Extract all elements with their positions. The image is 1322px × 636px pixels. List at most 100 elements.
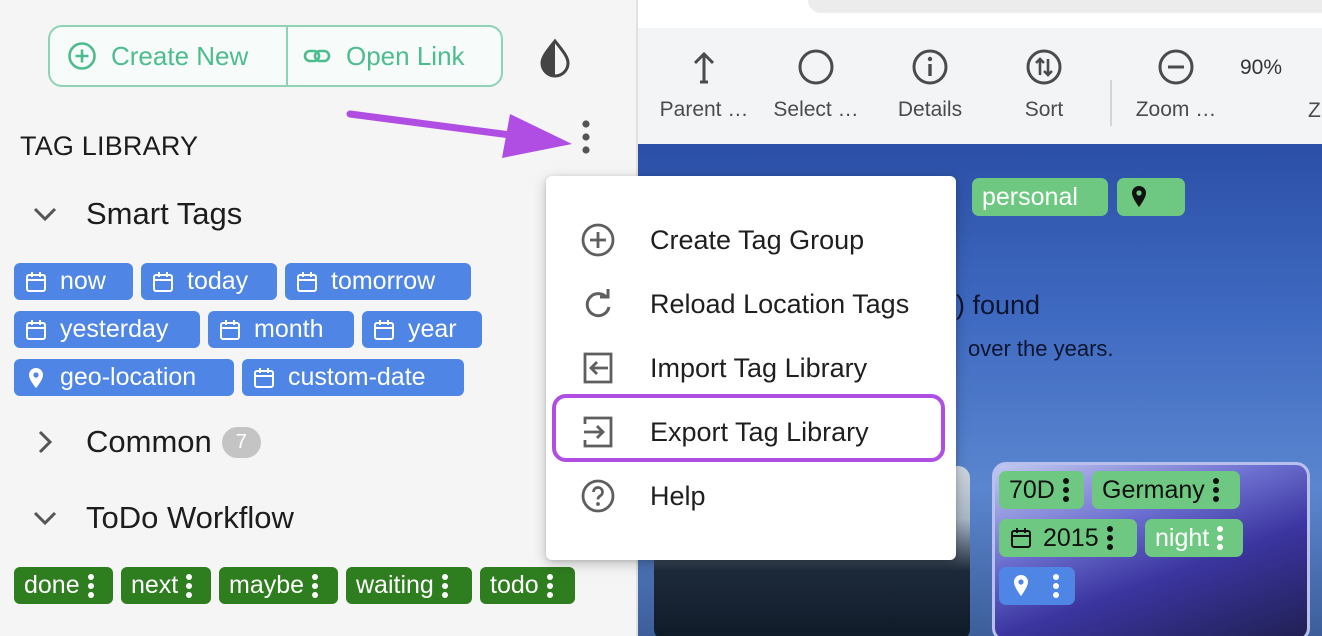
more-vertical-icon[interactable] [1211, 476, 1221, 504]
more-vertical-icon[interactable] [86, 572, 96, 600]
tool-label: Select … [773, 98, 859, 121]
zoom-out-icon [1158, 49, 1194, 85]
tag-label: todo [490, 571, 539, 599]
calendar-icon [374, 319, 394, 340]
location-pin-icon [1014, 575, 1028, 596]
menu-item-help[interactable]: Help [546, 464, 956, 528]
tool-select[interactable]: Select … [768, 48, 864, 122]
calendar-icon [220, 319, 240, 340]
toolbar-separator [1110, 80, 1112, 126]
tag-label: tomorrow [331, 267, 436, 295]
open-link-button[interactable]: Open Link [288, 27, 465, 85]
location-pin-icon [1132, 186, 1146, 207]
calendar-icon [254, 367, 274, 388]
tag-today[interactable]: today [141, 263, 277, 300]
tag-label: yesterday [60, 315, 169, 343]
more-vertical-icon[interactable] [440, 572, 450, 600]
file-tag-night[interactable]: night [1145, 519, 1243, 557]
zoom-level: 90% [1240, 56, 1283, 79]
tag-now[interactable]: now [14, 263, 133, 300]
tag-next[interactable]: next [121, 567, 211, 604]
tag-label: next [131, 571, 179, 599]
tag-month[interactable]: month [208, 311, 354, 348]
tag-label: waiting [356, 571, 434, 599]
tag-custom-date[interactable]: custom-date [242, 359, 464, 396]
tag-label: geo-location [60, 363, 197, 391]
menu-item-label: Help [650, 480, 706, 511]
tag-yesterday[interactable]: yesterday [14, 311, 200, 348]
file-tag-70d[interactable]: 70D [999, 471, 1084, 509]
tool-label: Sort [1024, 98, 1064, 121]
tag-label: night [1155, 523, 1210, 552]
tool-label: Zoom … [1135, 98, 1217, 121]
tool-label: Details [897, 98, 963, 121]
tag-todo[interactable]: todo [480, 567, 575, 604]
menu-item-label: Reload Location Tags [650, 288, 910, 319]
tag-label: 2015 [1043, 523, 1099, 552]
tool-parent[interactable]: Parent … [656, 48, 752, 122]
group-smart-tags[interactable]: Smart Tags [30, 196, 242, 232]
highlight-frame [552, 394, 945, 462]
tool-details[interactable]: Details [882, 48, 978, 122]
tag-label: month [254, 315, 324, 343]
folder-tag-personal[interactable]: personal [972, 178, 1108, 216]
more-vertical-icon[interactable] [1105, 524, 1115, 552]
calendar-icon [153, 271, 173, 292]
tag-done[interactable]: done [14, 567, 113, 604]
tag-label: year [408, 315, 457, 343]
more-vertical-icon[interactable] [1215, 524, 1225, 552]
tag-maybe[interactable]: maybe [219, 567, 338, 604]
create-new-label: Create New [111, 40, 249, 71]
tag-label: done [24, 571, 80, 599]
sort-icon [1026, 49, 1062, 85]
plus-circle-icon [581, 223, 615, 257]
tag-label: Germany [1102, 475, 1205, 504]
folder-tag-location[interactable] [1117, 178, 1185, 216]
theme-toggle-icon[interactable] [537, 38, 573, 78]
menu-item-import-tag-library[interactable]: Import Tag Library [546, 336, 956, 400]
tool-zoom-out[interactable]: Zoom … [1128, 48, 1224, 122]
tag-year[interactable]: year [362, 311, 482, 348]
calendar-icon [26, 319, 46, 340]
chevron-right-icon [38, 430, 53, 454]
top-action-buttons: Create New Open Link [48, 25, 503, 87]
tool-label-cut: Z [1308, 99, 1321, 122]
tag-tomorrow[interactable]: tomorrow [285, 263, 471, 300]
menu-item-create-tag-group[interactable]: Create Tag Group [546, 208, 956, 272]
create-new-button[interactable]: Create New [50, 27, 288, 85]
menu-item-reload-location-tags[interactable]: Reload Location Tags [546, 272, 956, 336]
folder-info-text: ) found [956, 290, 1041, 320]
parent-arrow-icon [693, 51, 715, 84]
folder-description-text: over the years. [968, 336, 1114, 361]
group-title-label: Smart Tags [86, 196, 243, 231]
tool-label: Parent … [659, 98, 749, 121]
annotation-arrow-icon [346, 110, 572, 158]
tag-geo-location[interactable]: geo-location [14, 359, 234, 396]
more-vertical-icon[interactable] [1051, 572, 1061, 600]
calendar-icon [297, 271, 317, 292]
menu-item-label: Create Tag Group [650, 224, 865, 255]
tag-label: custom-date [288, 363, 426, 391]
menu-item-label: Import Tag Library [650, 352, 868, 383]
search-bar[interactable] [808, 0, 1322, 13]
tag-label: personal [982, 182, 1078, 211]
chevron-down-icon [33, 207, 57, 222]
help-circle-icon [581, 479, 615, 513]
tag-label: now [60, 267, 106, 295]
more-vertical-icon[interactable] [310, 572, 320, 600]
file-tag-germany[interactable]: Germany [1092, 471, 1240, 509]
more-vertical-icon[interactable] [184, 572, 194, 600]
file-tag-geo[interactable] [999, 567, 1075, 605]
location-pin-icon [29, 367, 43, 388]
tag-waiting[interactable]: waiting [346, 567, 472, 604]
more-vertical-icon[interactable] [545, 572, 555, 600]
group-todo-workflow[interactable]: ToDo Workflow [30, 500, 294, 536]
plus-circle-icon [68, 42, 96, 70]
more-vertical-icon[interactable] [1061, 476, 1071, 504]
group-common[interactable]: Common 7 [30, 424, 261, 460]
tag-label: 70D [1009, 475, 1055, 504]
circle-icon [798, 49, 834, 85]
tag-count-badge: 7 [221, 426, 261, 458]
file-tag-2015[interactable]: 2015 [999, 519, 1137, 557]
tool-sort[interactable]: Sort [996, 48, 1092, 122]
